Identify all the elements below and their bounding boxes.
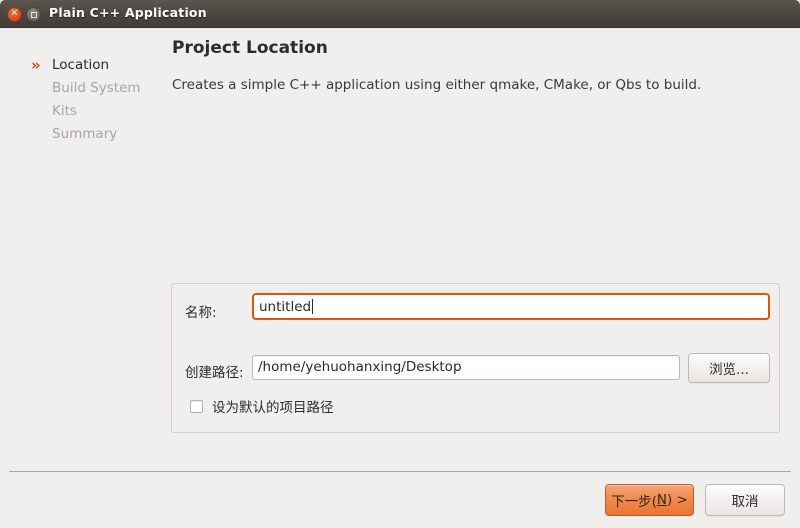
- text-caret: [312, 299, 313, 314]
- name-field-label: 名称:: [185, 301, 217, 321]
- dialog-window: ✕ Plain C++ Application » Location » Bui…: [0, 0, 800, 528]
- sidebar-item-location[interactable]: » Location: [0, 54, 160, 77]
- page-title: Project Location: [172, 38, 328, 58]
- cancel-button[interactable]: 取消: [705, 484, 785, 516]
- maximize-icon[interactable]: [26, 7, 41, 22]
- sidebar-item-build-system[interactable]: » Build System: [0, 77, 160, 100]
- sidebar-item-label: Build System: [52, 80, 141, 96]
- window-title: Plain C++ Application: [49, 5, 207, 20]
- close-icon[interactable]: ✕: [7, 7, 22, 22]
- chevron-right-icon: »: [31, 54, 41, 77]
- path-field-label: 创建路径:: [185, 361, 244, 381]
- close-glyph: ✕: [10, 9, 18, 19]
- browse-button[interactable]: 浏览...: [688, 353, 770, 383]
- title-bar: ✕ Plain C++ Application: [0, 0, 800, 28]
- maximize-glyph: [31, 12, 37, 18]
- wizard-step-list: » Location » Build System » Kits » Summa…: [0, 54, 160, 146]
- footer-separator: [9, 471, 791, 472]
- path-input-value: /home/yehuohanxing/Desktop: [258, 359, 462, 375]
- name-input-value: untitled: [259, 299, 311, 315]
- sidebar-item-label: Location: [52, 57, 109, 73]
- next-button-mnemonic: N: [657, 492, 667, 508]
- default-path-checkbox-label: 设为默认的项目路径: [212, 396, 334, 416]
- default-path-checkbox[interactable]: [190, 400, 203, 413]
- default-path-checkbox-row[interactable]: 设为默认的项目路径: [185, 396, 334, 416]
- next-button-prefix: 下一步(: [611, 490, 657, 510]
- sidebar-item-kits[interactable]: » Kits: [0, 100, 160, 123]
- next-button-suffix: ) >: [667, 492, 688, 508]
- next-button[interactable]: 下一步(N) >: [605, 484, 694, 516]
- path-input[interactable]: /home/yehuohanxing/Desktop: [252, 355, 680, 380]
- page-description: Creates a simple C++ application using e…: [172, 77, 701, 93]
- name-input[interactable]: untitled: [252, 293, 770, 320]
- sidebar-item-label: Summary: [52, 126, 117, 142]
- sidebar-item-label: Kits: [52, 103, 77, 119]
- location-form-group: 名称: untitled 创建路径: /home/yehuohanxing/De…: [171, 283, 780, 433]
- sidebar-item-summary[interactable]: » Summary: [0, 123, 160, 146]
